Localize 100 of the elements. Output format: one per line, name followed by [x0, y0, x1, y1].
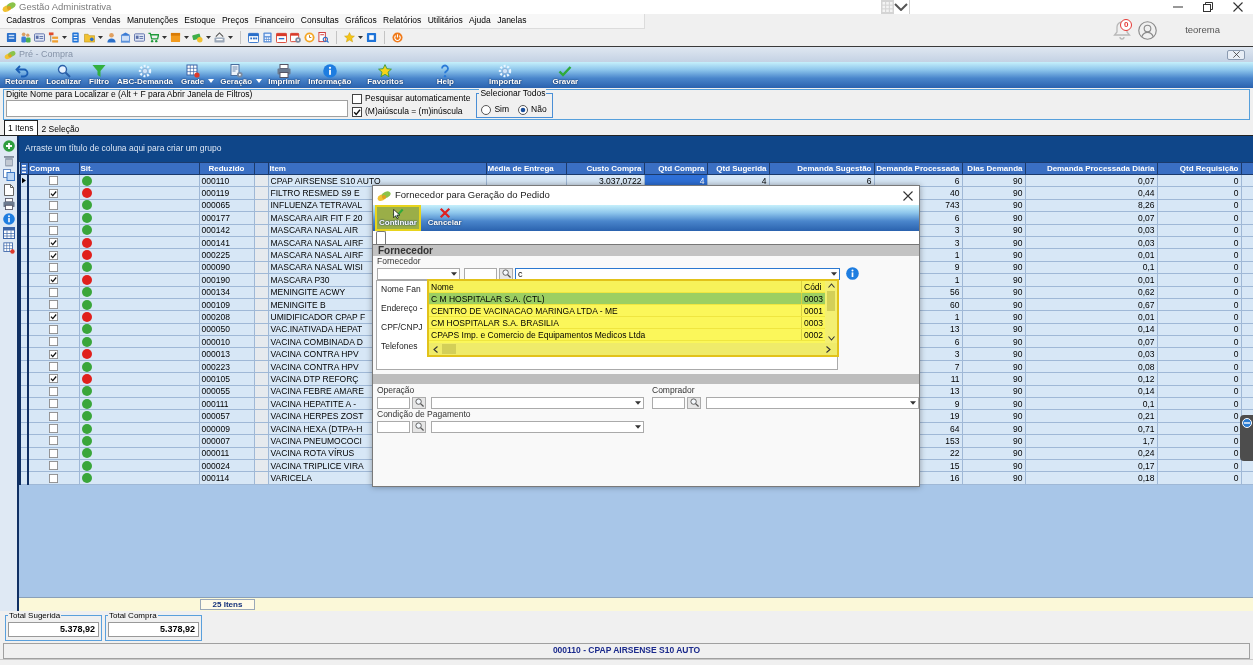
blank-tab[interactable]: [376, 231, 386, 244]
caret-icon[interactable]: [162, 36, 167, 39]
toolbar-button[interactable]: ABC-Demanda: [115, 62, 176, 88]
checkbox[interactable]: [49, 461, 59, 471]
toolbar-button[interactable]: Grade: [179, 62, 207, 88]
radio-button[interactable]: [518, 104, 528, 115]
checkbox[interactable]: [49, 337, 59, 347]
circle-icon[interactable]: [1241, 418, 1252, 428]
tray-icon[interactable]: [214, 32, 225, 43]
dropdown-field[interactable]: [431, 396, 644, 409]
checkbox[interactable]: [352, 107, 362, 117]
document-list-icon[interactable]: [70, 32, 81, 43]
bank-icon[interactable]: [120, 32, 131, 43]
close-icon[interactable]: [1233, 2, 1243, 12]
menu-item[interactable]: Compras: [48, 16, 89, 26]
book-icon[interactable]: [6, 32, 17, 43]
cross-icon[interactable]: [438, 207, 451, 220]
column-header[interactable]: Média de Entrega: [486, 162, 566, 175]
chevron-right-icon[interactable]: [826, 345, 831, 353]
grid-icon[interactable]: [185, 64, 200, 79]
document-gear-icon[interactable]: [229, 64, 244, 79]
id-card-icon[interactable]: [34, 32, 45, 43]
caret-icon[interactable]: [184, 36, 189, 39]
checkbox[interactable]: [49, 473, 59, 483]
chevron-down-icon[interactable]: [827, 336, 835, 341]
checkbox[interactable]: [49, 324, 59, 334]
input-field[interactable]: [464, 267, 497, 280]
input-field[interactable]: [377, 396, 410, 409]
caret-icon[interactable]: [228, 36, 233, 39]
checkbox[interactable]: [352, 94, 362, 104]
list-item[interactable]: C M HOSPITALAR S.A. (CTL) 0003: [429, 293, 825, 305]
menu-item[interactable]: Consultas: [297, 16, 342, 26]
star-icon[interactable]: [344, 32, 355, 43]
checkbox[interactable]: [49, 176, 59, 186]
square-icon[interactable]: [366, 32, 377, 43]
radio-button[interactable]: [481, 104, 492, 115]
input-field[interactable]: [377, 420, 410, 433]
checkbox[interactable]: [49, 411, 59, 421]
side-handle[interactable]: [1240, 415, 1253, 461]
list-item[interactable]: CPAPS Imp. e Comercio de Equipamentos Medicos Ltda 0002: [429, 329, 825, 341]
column-header[interactable]: Qtd Requisição: [1157, 162, 1241, 175]
scrollbar[interactable]: [429, 343, 837, 355]
menu-item[interactable]: Gráficos: [341, 16, 380, 26]
document-search-icon[interactable]: [318, 32, 329, 43]
column-header[interactable]: Sit.: [79, 162, 199, 175]
toolbar-button[interactable]: Favoritos: [357, 62, 414, 88]
column-chooser-icon[interactable]: [22, 164, 26, 173]
checkbox[interactable]: [49, 188, 59, 198]
caret-icon[interactable]: [358, 36, 363, 39]
return-arrow-icon[interactable]: [14, 64, 29, 79]
chevron-left-icon[interactable]: [433, 345, 438, 353]
caret-icon[interactable]: [62, 36, 67, 39]
calendar-icon[interactable]: [276, 32, 287, 43]
menu-item[interactable]: Preços: [218, 16, 252, 26]
calendar-gear-icon[interactable]: [290, 32, 301, 43]
close-button[interactable]: [1227, 49, 1245, 60]
checkbox[interactable]: [49, 312, 59, 322]
checkbox[interactable]: [49, 262, 59, 272]
calculator-icon[interactable]: [262, 32, 273, 43]
tab[interactable]: 2 Seleção: [37, 122, 84, 135]
checkbox[interactable]: [49, 200, 59, 210]
search-field[interactable]: [6, 100, 348, 117]
checkbox[interactable]: [49, 362, 59, 372]
table-icon[interactable]: [2, 227, 15, 239]
toolbar-button[interactable]: Help: [417, 62, 474, 88]
toolbar-button[interactable]: Geração: [218, 62, 255, 88]
toolbar-button[interactable]: Imprimir: [266, 62, 303, 88]
close-icon[interactable]: [903, 190, 913, 201]
column-header[interactable]: Item: [268, 162, 486, 175]
column-header[interactable]: Qtd Compra: [644, 162, 707, 175]
chevron-down-icon[interactable]: [894, 3, 908, 11]
restore-icon[interactable]: [1203, 2, 1213, 12]
caret-icon[interactable]: [635, 424, 641, 429]
checkbox[interactable]: [49, 349, 59, 359]
checkbox[interactable]: [49, 448, 59, 458]
scrollbar[interactable]: [825, 281, 837, 343]
menu-item[interactable]: Janelas: [493, 16, 530, 26]
check-icon[interactable]: [558, 64, 573, 79]
trash-icon[interactable]: [2, 154, 15, 167]
dropdown-field[interactable]: [377, 267, 460, 280]
dropdown-field[interactable]: [431, 420, 644, 433]
caret-icon[interactable]: [98, 36, 103, 39]
checkbox[interactable]: [49, 374, 59, 384]
caret-icon[interactable]: [635, 400, 641, 405]
checkbox[interactable]: [49, 424, 59, 433]
column-header[interactable]: Custo Compra: [566, 162, 644, 175]
copy-icon[interactable]: [2, 169, 15, 181]
input-field[interactable]: [652, 396, 685, 409]
column-header[interactable]: Demanda Processada: [874, 162, 962, 175]
toolbar-button[interactable]: Retornar: [3, 62, 41, 88]
star-icon[interactable]: [378, 64, 393, 79]
caret-icon[interactable]: [910, 400, 916, 405]
checkbox[interactable]: [49, 250, 59, 260]
toolbar-button[interactable]: Gravar: [537, 62, 594, 88]
menu-item[interactable]: Estoque: [181, 16, 219, 26]
search-icon[interactable]: [56, 64, 71, 79]
column-header[interactable]: Reduzido: [199, 162, 254, 175]
clock-icon[interactable]: [304, 32, 315, 43]
checkbox[interactable]: [49, 225, 59, 235]
toolbar-button[interactable]: Localizar: [44, 62, 84, 88]
